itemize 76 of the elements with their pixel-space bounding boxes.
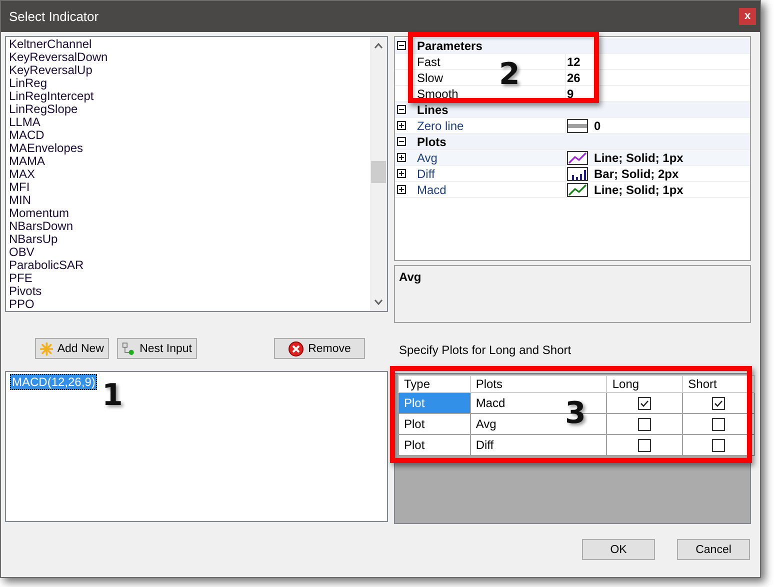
description-title: Avg (399, 270, 422, 284)
property-value[interactable]: Line; Solid; 1px (594, 182, 684, 196)
property-name: Macd (417, 182, 446, 196)
sparkle-icon (40, 340, 54, 356)
property-value[interactable]: 0 (594, 118, 601, 132)
collapse-button[interactable] (397, 105, 406, 114)
nest-input-button[interactable]: Nest Input (117, 338, 197, 359)
indicator-item[interactable]: LinRegSlope (9, 103, 370, 116)
expand-button[interactable] (397, 185, 406, 194)
checkbox[interactable] (638, 418, 652, 432)
scrollbar[interactable] (370, 37, 387, 311)
remove-button[interactable]: Remove (274, 338, 365, 359)
property-value[interactable]: Line; Solid; 1px (594, 150, 684, 164)
expand-button[interactable] (397, 121, 406, 130)
callout-number: 1 (102, 380, 123, 412)
checkbox[interactable] (712, 439, 726, 452)
property-name: Smooth (417, 86, 458, 100)
indicator-item[interactable]: NBarsUp (9, 233, 370, 246)
property-name: Diff (417, 166, 435, 180)
indicator-item[interactable]: LinReg (9, 77, 370, 90)
nodes-icon (122, 340, 136, 356)
cancel-button[interactable]: Cancel (677, 539, 750, 560)
indicator-item[interactable]: MAEnvelopes (9, 142, 370, 155)
section-header: Lines (417, 102, 448, 116)
indicator-item[interactable]: MAMA (9, 155, 370, 168)
indicator-item[interactable]: OBV (9, 246, 370, 259)
property-name: Avg (417, 150, 438, 164)
expand-button[interactable] (397, 153, 406, 162)
window-title: Select Indicator (9, 9, 99, 24)
expand-button[interactable] (397, 169, 406, 178)
indicator-item[interactable]: PFE (9, 272, 370, 285)
column-header[interactable]: Short (682, 376, 754, 392)
callout-number: 2 (499, 59, 520, 91)
indicator-item[interactable]: KeltnerChannel (9, 38, 370, 51)
property-name: Slow (417, 70, 444, 84)
column-header[interactable]: Long (606, 376, 683, 392)
column-header[interactable]: Type (398, 376, 470, 392)
indicator-item[interactable]: NBarsDown (9, 220, 370, 233)
table-cell[interactable]: Plot (398, 414, 470, 434)
checkbox[interactable] (712, 418, 726, 432)
indicator-item[interactable]: KeyReversalUp (9, 64, 370, 77)
table-cell[interactable]: Plot (398, 434, 470, 456)
checkbox[interactable] (712, 397, 726, 410)
add-button[interactable]: Add New (35, 338, 109, 359)
section-label: Specify Plots for Long and Short (399, 343, 572, 357)
indicator-item[interactable]: KeyReversalDown (9, 51, 370, 64)
section-header: Parameters (417, 38, 482, 52)
indicator-item[interactable]: PPO (9, 298, 370, 311)
checkbox[interactable] (638, 439, 652, 452)
line-style-icon (567, 118, 588, 132)
indicator-item[interactable]: Pivots (9, 285, 370, 298)
collapse-button[interactable] (397, 137, 406, 146)
indicator-item[interactable]: ParabolicSAR (9, 259, 370, 272)
indicator-item[interactable]: Momentum (9, 207, 370, 220)
property-value[interactable]: 26 (567, 70, 580, 84)
scrollbar-thumb[interactable] (371, 161, 386, 183)
indicator-item[interactable]: MAX (9, 168, 370, 181)
indicator-item[interactable]: MIN (9, 194, 370, 207)
property-value[interactable]: 12 (567, 54, 580, 68)
indicator-item[interactable]: MACD (9, 129, 370, 142)
ok-button[interactable]: OK (582, 539, 655, 560)
column-header[interactable]: Plots (470, 376, 607, 392)
remove-icon (288, 340, 304, 356)
property-name: Fast (417, 54, 440, 68)
property-value[interactable]: Bar; Solid; 2px (594, 166, 679, 180)
property-name: Zero line (417, 118, 464, 132)
collapse-button[interactable] (397, 41, 406, 50)
checkbox[interactable] (638, 397, 652, 410)
close-button[interactable]: x (739, 8, 756, 25)
table-cell: Diff (470, 434, 607, 456)
indicator-item[interactable]: LinRegIntercept (9, 90, 370, 103)
indicator-item[interactable]: MFI (9, 181, 370, 194)
section-header: Plots (417, 134, 446, 148)
line-chart-icon (567, 182, 588, 196)
property-value[interactable]: 9 (567, 86, 574, 100)
indicator-item[interactable]: LLMA (9, 116, 370, 129)
